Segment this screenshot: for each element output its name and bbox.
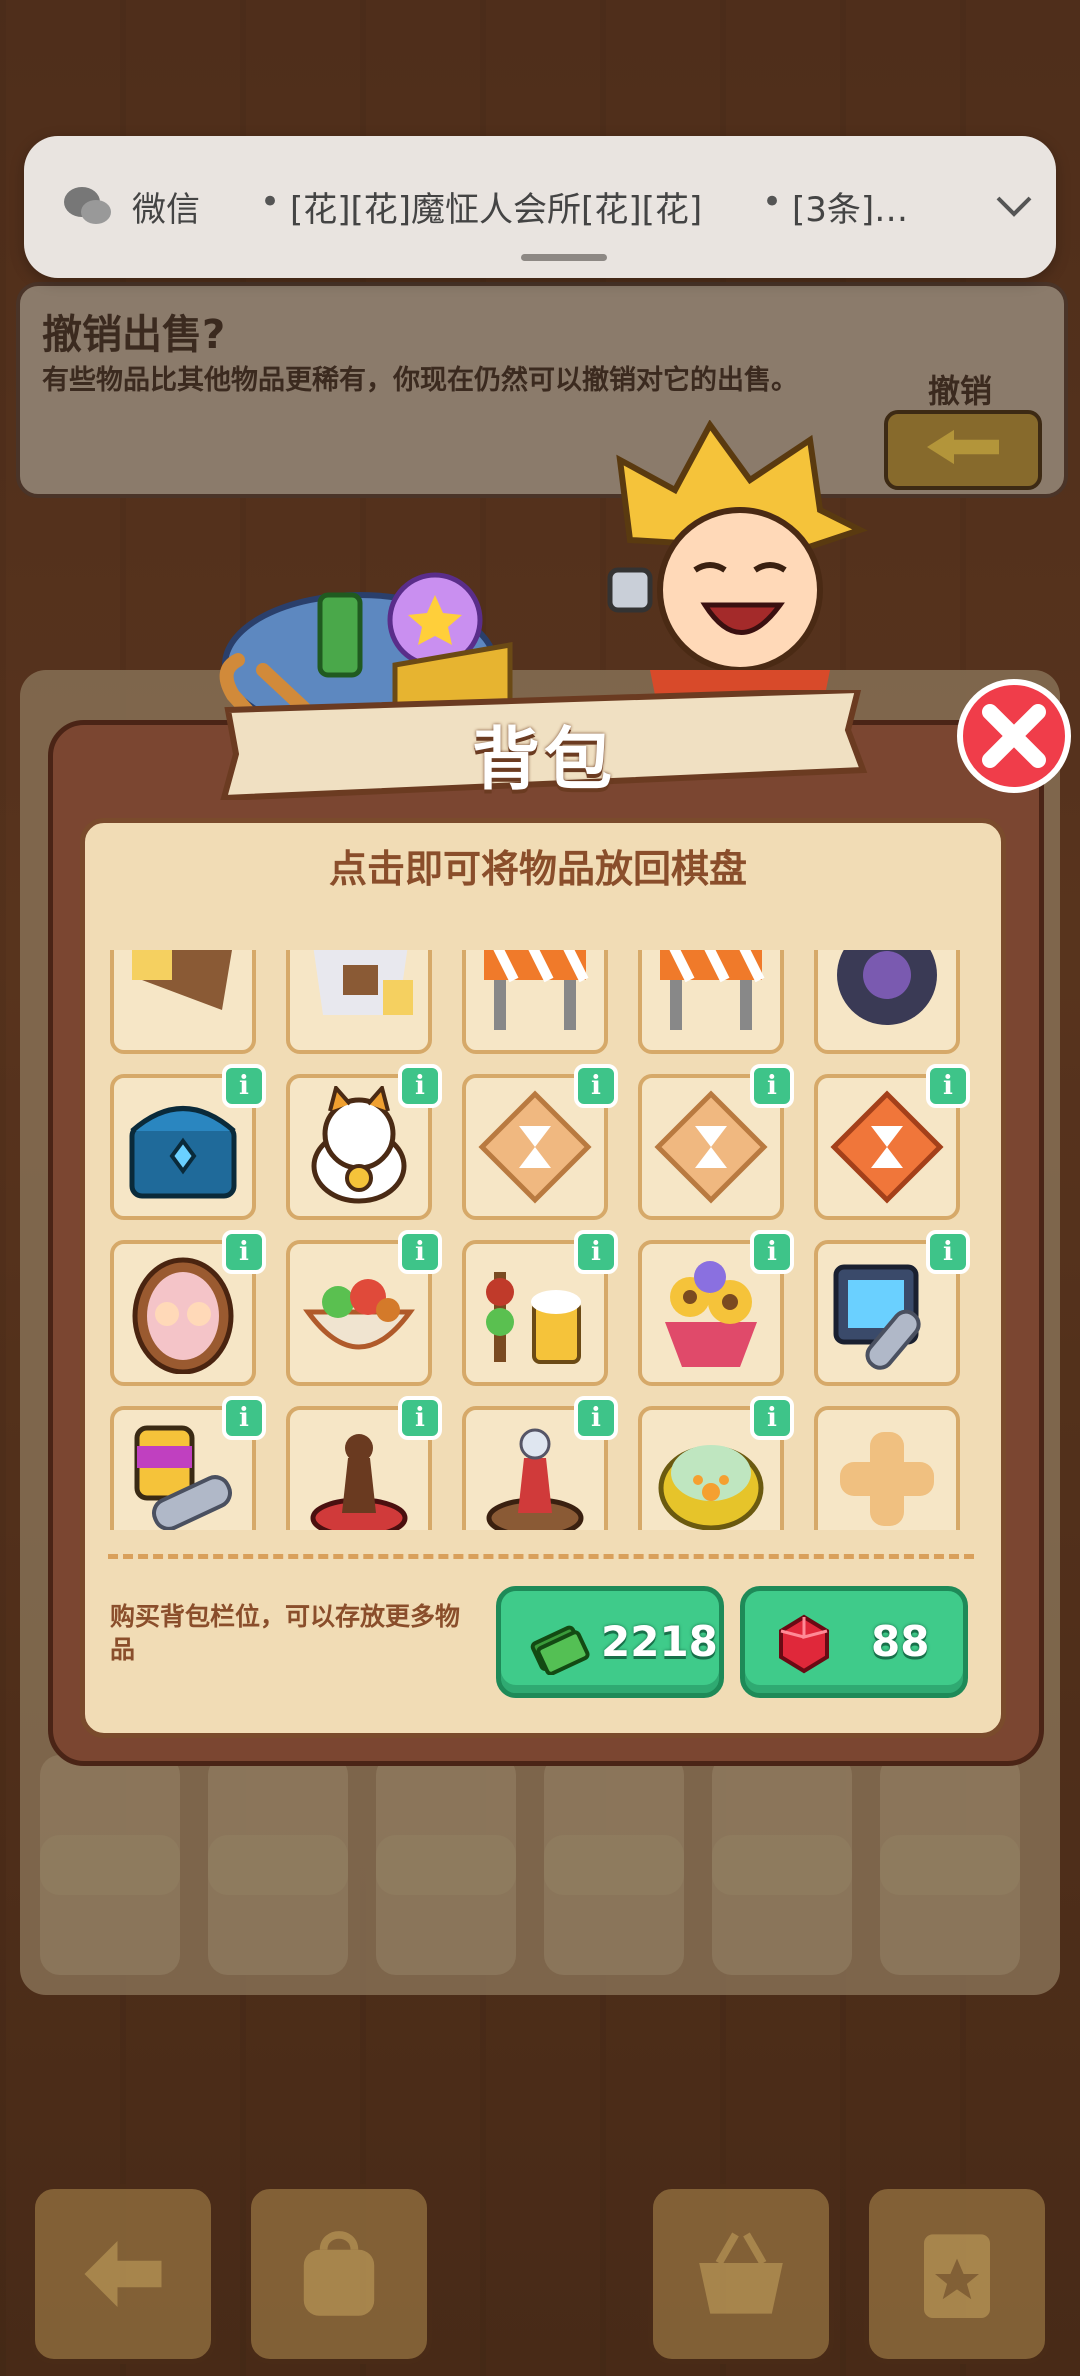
backpack-icon	[303, 2231, 375, 2316]
item-info-button[interactable]: i	[398, 1230, 442, 1274]
wechat-icon	[64, 187, 111, 224]
chevron-down-icon[interactable]	[994, 190, 1034, 220]
item-info-button[interactable]: i	[750, 1064, 794, 1108]
backpack-slot[interactable]	[286, 950, 432, 1054]
roadblock-icon	[660, 950, 765, 1030]
item-info-button[interactable]: i	[398, 1064, 442, 1108]
item-info-button[interactable]: i	[398, 1396, 442, 1440]
backpack-slot[interactable]: i	[286, 1230, 442, 1386]
backpack-slot[interactable]	[462, 950, 608, 1054]
backpack-slot[interactable]: i	[462, 1230, 618, 1386]
notification-app-name: 微信	[132, 190, 200, 230]
backpack-slot[interactable]	[110, 950, 256, 1054]
tasks-clipboard-button[interactable]	[864, 2184, 1050, 2364]
item-info-button[interactable]: i	[222, 1064, 266, 1108]
cash-stack-icon	[530, 1625, 590, 1675]
item-info-button[interactable]: i	[926, 1230, 970, 1274]
backpack-slot[interactable]: i	[462, 1396, 618, 1530]
tag-1-icon	[132, 950, 232, 1010]
shop-basket-button[interactable]	[648, 2184, 834, 2364]
backpack-slot[interactable]: i	[814, 1230, 970, 1386]
item-info-button[interactable]: i	[222, 1396, 266, 1440]
backpack-nav-button[interactable]	[246, 2184, 432, 2364]
undo-button-label: 撤销	[928, 372, 993, 410]
undo-sale-description: 有些物品比其他物品更稀有，你现在仍然可以撤销对它的出售。	[42, 365, 798, 396]
add-slot-button[interactable]	[814, 1406, 960, 1530]
divider	[108, 1554, 974, 1559]
backpack-title: 背包	[471, 721, 616, 800]
tag-2-icon	[313, 950, 413, 1015]
notification-group-name: [花][花]魔怔人会所[花][花]	[290, 190, 703, 230]
backpack-grid: i i i i i i i i i i i i i i	[110, 950, 982, 1530]
buy-slot-cash-button[interactable]: 2218	[496, 1586, 724, 1698]
item-info-button[interactable]: i	[750, 1396, 794, 1440]
notification-separator: •	[762, 182, 783, 222]
character-illustration-icon	[607, 420, 868, 720]
item-info-button[interactable]: i	[574, 1396, 618, 1440]
backpack-slot[interactable]: i	[462, 1064, 618, 1220]
buy-slot-gem-button[interactable]: 88	[740, 1586, 968, 1698]
wechat-notification[interactable]: 微信 • [花][花]魔怔人会所[花][花] • [3条]…	[24, 136, 1056, 278]
backpack-grid-viewport[interactable]: i i i i i i i i i i i i i i	[110, 950, 982, 1530]
item-info-button[interactable]: i	[926, 1064, 970, 1108]
basket-icon	[699, 2232, 783, 2314]
item-info-button[interactable]: i	[574, 1230, 618, 1274]
backpack-slot[interactable]: i	[110, 1230, 266, 1386]
backpack-slot[interactable]: i	[638, 1396, 794, 1530]
backpack-slot[interactable]	[638, 950, 784, 1054]
tire-icon	[837, 950, 937, 1025]
gem-price: 88	[871, 1617, 930, 1666]
notification-separator: •	[260, 182, 281, 222]
undo-sale-button[interactable]	[884, 410, 1042, 490]
backpack-slot[interactable]: i	[286, 1396, 442, 1530]
undo-sale-title: 撤销出售?	[42, 312, 226, 358]
buy-slot-text: 购买背包栏位，可以存放更多物品	[110, 1602, 461, 1664]
undo-sale-panel: 撤销出售? 有些物品比其他物品更稀有，你现在仍然可以撤销对它的出售。 撤销	[16, 282, 1068, 498]
notification-message-count: [3条]…	[792, 190, 909, 230]
backpack-title-banner: 背包	[218, 690, 870, 800]
undo-arrow-icon	[927, 429, 999, 465]
item-info-button[interactable]: i	[574, 1064, 618, 1108]
item-info-button[interactable]: i	[222, 1230, 266, 1274]
add-slot-icon	[840, 1432, 934, 1526]
backpack-slot[interactable]: i	[110, 1064, 266, 1220]
backpack-hint: 点击即可将物品放回棋盘	[328, 847, 747, 891]
backpack-slot[interactable]: i	[286, 1064, 442, 1220]
clipboard-star-icon	[924, 2234, 990, 2318]
item-info-button[interactable]: i	[750, 1230, 794, 1274]
back-button[interactable]	[30, 2184, 216, 2364]
close-button[interactable]	[950, 676, 1078, 794]
notification-drag-handle[interactable]	[521, 254, 607, 261]
backpack-slot[interactable]: i	[814, 1064, 970, 1220]
backpack-slot[interactable]: i	[110, 1396, 266, 1530]
arrow-left-icon	[84, 2241, 162, 2307]
backpack-slot[interactable]: i	[638, 1064, 794, 1220]
roadblock-icon	[484, 950, 589, 1030]
cash-price: 2218	[601, 1617, 718, 1666]
backpack-slot[interactable]	[814, 950, 960, 1054]
ruby-gem-icon	[779, 1614, 829, 1674]
backpack-slot[interactable]: i	[638, 1230, 794, 1386]
